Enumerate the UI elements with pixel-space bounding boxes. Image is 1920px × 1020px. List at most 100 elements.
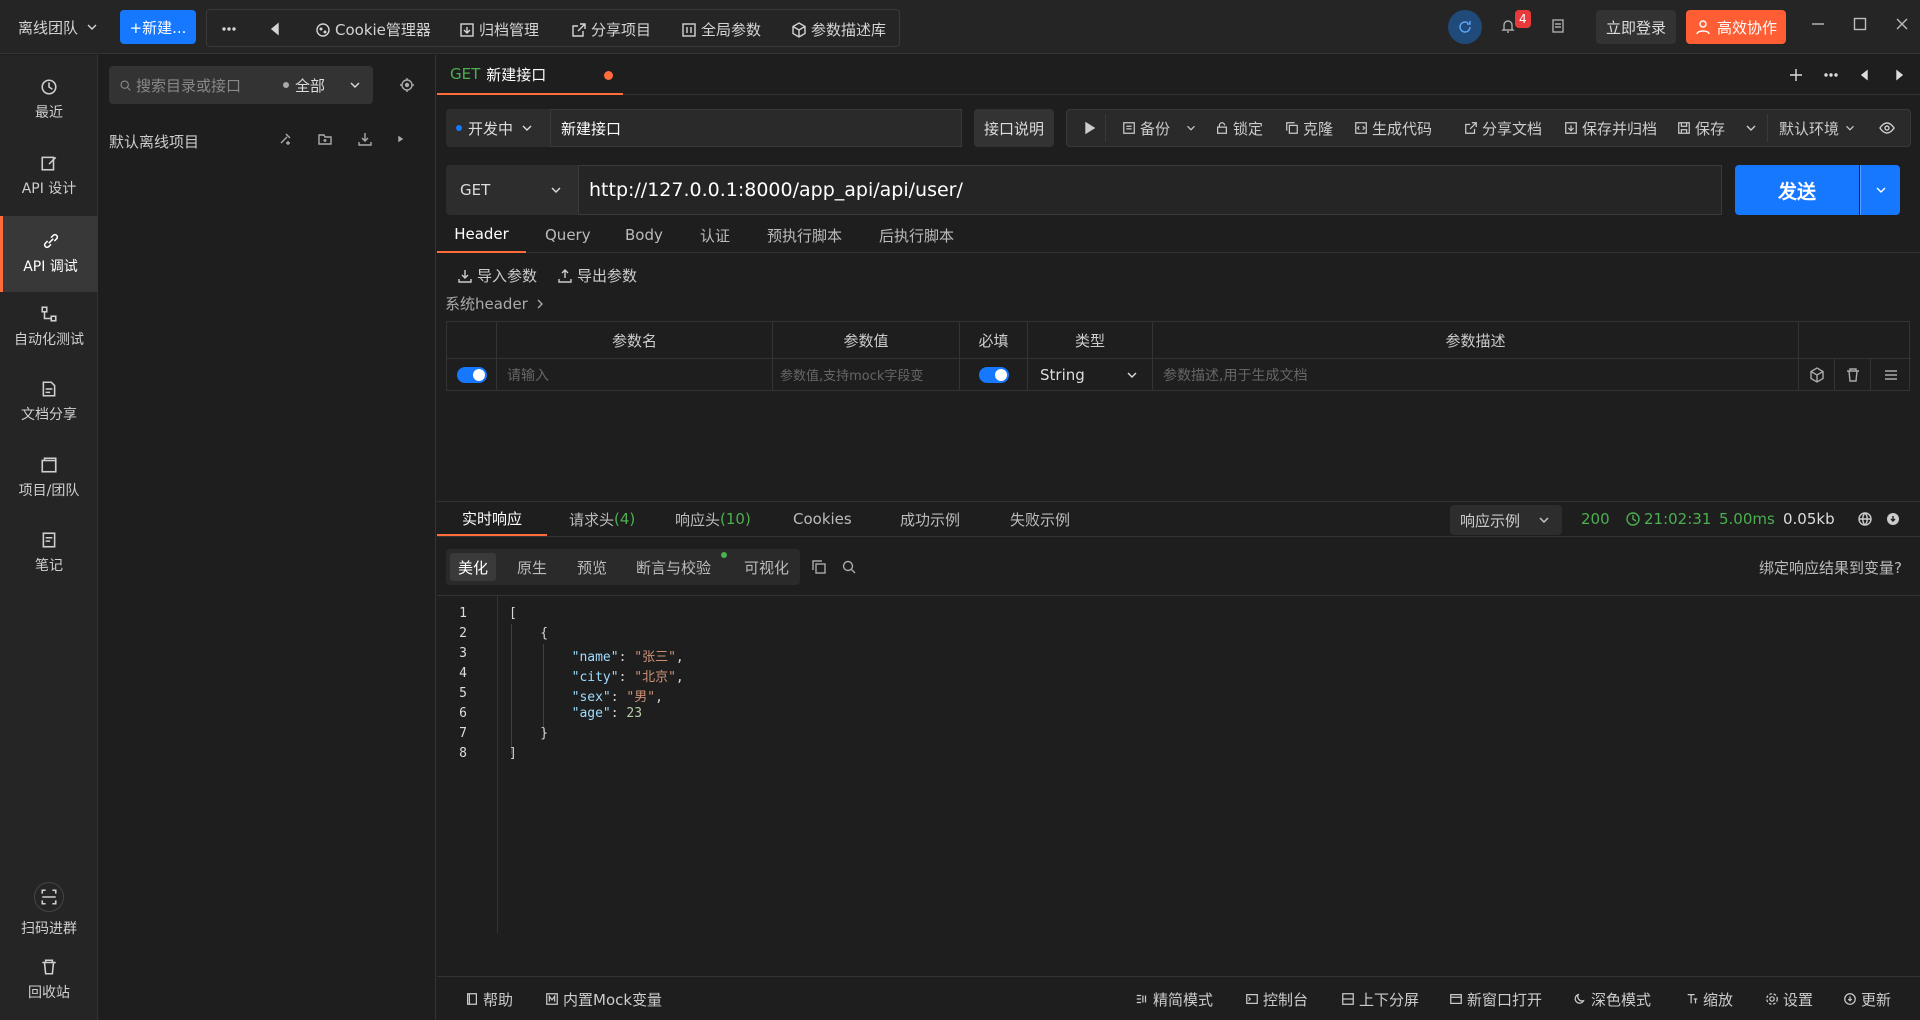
mock-icon[interactable] xyxy=(1799,358,1835,390)
console-button[interactable]: 控制台 xyxy=(1245,977,1308,1020)
tab-auth[interactable]: 认证 xyxy=(700,217,730,253)
more-icon[interactable] xyxy=(221,21,237,37)
add-folder-icon[interactable] xyxy=(317,131,333,147)
drag-handle-icon[interactable] xyxy=(1871,358,1911,390)
view-beautify[interactable]: 美化 xyxy=(450,553,497,581)
nav-auto-test[interactable]: 自动化测试 xyxy=(0,292,98,362)
team-select[interactable]: 离线团队 xyxy=(18,8,100,46)
tab-next-icon[interactable] xyxy=(1891,67,1907,83)
method-select[interactable]: GET xyxy=(446,165,578,215)
cookie-manager-button[interactable]: Cookie管理器 xyxy=(315,19,431,40)
view-assertion[interactable]: 断言与校验 xyxy=(628,553,719,581)
request-tab[interactable]: GET 新建接口 xyxy=(437,55,623,95)
tab-fail-example[interactable]: 失败示例 xyxy=(1010,502,1070,536)
nav-recycle-bin[interactable]: 回收站 xyxy=(0,945,98,1015)
backup-button[interactable]: 备份 xyxy=(1122,110,1198,146)
expand-arrow-icon[interactable] xyxy=(393,131,409,147)
generate-code-button[interactable]: 生成代码 xyxy=(1354,110,1432,146)
save-more-icon[interactable] xyxy=(1743,110,1759,146)
globe-icon[interactable] xyxy=(1857,502,1873,536)
row-enabled-toggle[interactable] xyxy=(447,358,497,390)
interface-doc-button[interactable]: 接口说明 xyxy=(974,109,1054,147)
copy-icon[interactable] xyxy=(811,559,827,575)
tree-search-input[interactable]: 搜索目录或接口 全部 xyxy=(109,66,373,104)
save-button[interactable]: 保存 xyxy=(1677,110,1725,146)
tab-response-headers[interactable]: 响应头 (10) xyxy=(675,502,751,536)
tab-request-headers[interactable]: 请求头 (4) xyxy=(569,502,635,536)
settings-button[interactable]: 设置 xyxy=(1765,977,1813,1020)
login-button[interactable]: 立即登录 xyxy=(1596,10,1676,44)
param-value-input[interactable]: 参数值,支持mock字段变 xyxy=(773,358,960,390)
bind-response-link[interactable]: 绑定响应结果到变量? xyxy=(1759,557,1902,578)
nav-doc-share[interactable]: 文档分享 xyxy=(0,367,98,437)
tab-header[interactable]: Header xyxy=(437,217,526,253)
param-desc-input[interactable]: 参数描述,用于生成文档 xyxy=(1153,358,1799,390)
nav-project-team[interactable]: 项目/团队 xyxy=(0,443,98,513)
bell-icon[interactable] xyxy=(1500,18,1516,34)
param-desc-lib-button[interactable]: 参数描述库 xyxy=(791,19,886,40)
tab-prev-icon[interactable] xyxy=(1857,67,1873,83)
response-code-editor[interactable]: 1 2 3 4 5 6 7 8 [ { "name": "张三", "city"… xyxy=(437,595,1920,933)
mock-vars-button[interactable]: 内置Mock变量 xyxy=(545,977,662,1020)
search-icon[interactable] xyxy=(841,559,857,575)
clone-button[interactable]: 克隆 xyxy=(1285,110,1333,146)
send-more-chevron-icon[interactable] xyxy=(1860,165,1900,215)
view-visualize[interactable]: 可视化 xyxy=(736,553,797,581)
send-button[interactable]: 发送 xyxy=(1735,165,1859,215)
new-window-button[interactable]: 新窗口打开 xyxy=(1449,977,1542,1020)
tree-filter-select[interactable]: 全部 xyxy=(282,75,363,96)
tab-body[interactable]: Body xyxy=(625,217,663,253)
tab-post-script[interactable]: 后执行脚本 xyxy=(879,217,954,253)
update-button[interactable]: 更新 xyxy=(1843,977,1891,1020)
maximize-icon[interactable] xyxy=(1852,16,1868,32)
locate-icon[interactable] xyxy=(399,77,415,93)
tab-query[interactable]: Query xyxy=(545,217,591,253)
new-button[interactable]: +新建... xyxy=(120,10,196,44)
dark-mode-button[interactable]: 深色模式 xyxy=(1573,977,1651,1020)
import-params-button[interactable]: 导入参数 xyxy=(457,265,537,286)
nav-api-debug[interactable]: API 调试 xyxy=(0,216,98,292)
share-project-button[interactable]: 分享项目 xyxy=(571,19,651,40)
nav-recent[interactable]: 最近 xyxy=(0,65,98,135)
nav-api-design[interactable]: API 设计 xyxy=(0,141,98,211)
archive-button[interactable]: 归档管理 xyxy=(459,19,539,40)
required-toggle[interactable] xyxy=(960,358,1028,390)
collapse-left-icon[interactable] xyxy=(267,21,283,37)
import-icon[interactable] xyxy=(357,131,373,147)
environment-select[interactable]: 默认环境 xyxy=(1779,110,1857,146)
download-icon[interactable] xyxy=(1885,502,1901,536)
tab-realtime-response[interactable]: 实时响应 xyxy=(437,502,547,536)
url-input[interactable]: http://127.0.0.1:8000/app_api/api/user/ xyxy=(578,165,1722,215)
export-params-button[interactable]: 导出参数 xyxy=(557,265,637,286)
share-doc-button[interactable]: 分享文档 xyxy=(1464,110,1542,146)
type-select[interactable]: String xyxy=(1028,358,1153,390)
tab-pre-script[interactable]: 预执行脚本 xyxy=(767,217,842,253)
view-preview[interactable]: 预览 xyxy=(569,553,615,581)
notes-icon[interactable] xyxy=(1550,18,1566,34)
add-tab-icon[interactable] xyxy=(1788,67,1804,83)
lock-button[interactable]: 锁定 xyxy=(1215,110,1263,146)
collab-button[interactable]: 高效协作 xyxy=(1686,10,1786,44)
save-archive-button[interactable]: 保存并归档 xyxy=(1564,110,1657,146)
tab-more-icon[interactable] xyxy=(1823,67,1839,83)
tree-root-project[interactable]: 默认离线项目 xyxy=(109,131,199,152)
add-interface-icon[interactable] xyxy=(277,131,293,147)
minimize-icon[interactable] xyxy=(1810,16,1826,32)
tab-success-example[interactable]: 成功示例 xyxy=(900,502,960,536)
close-icon[interactable] xyxy=(1894,16,1910,32)
view-raw[interactable]: 原生 xyxy=(509,553,555,581)
response-example-select[interactable]: 响应示例 xyxy=(1450,505,1562,535)
param-name-input[interactable]: 请输入 xyxy=(497,358,773,390)
interface-name-input[interactable]: 新建接口 xyxy=(550,109,962,147)
zoom-button[interactable]: 缩放 xyxy=(1685,977,1733,1020)
split-screen-button[interactable]: 上下分屏 xyxy=(1341,977,1419,1020)
delete-row-icon[interactable] xyxy=(1835,358,1871,390)
nav-scan-group[interactable]: 扫码进群 xyxy=(0,875,98,945)
compact-mode-button[interactable]: 精简模式 xyxy=(1135,977,1213,1020)
status-select[interactable]: 开发中 xyxy=(446,109,550,147)
global-params-button[interactable]: 全局参数 xyxy=(681,19,761,40)
nav-notes[interactable]: 笔记 xyxy=(0,518,98,588)
system-header-toggle[interactable]: 系统header xyxy=(445,293,548,314)
run-icon[interactable] xyxy=(1081,110,1097,146)
tab-cookies[interactable]: Cookies xyxy=(793,502,852,536)
